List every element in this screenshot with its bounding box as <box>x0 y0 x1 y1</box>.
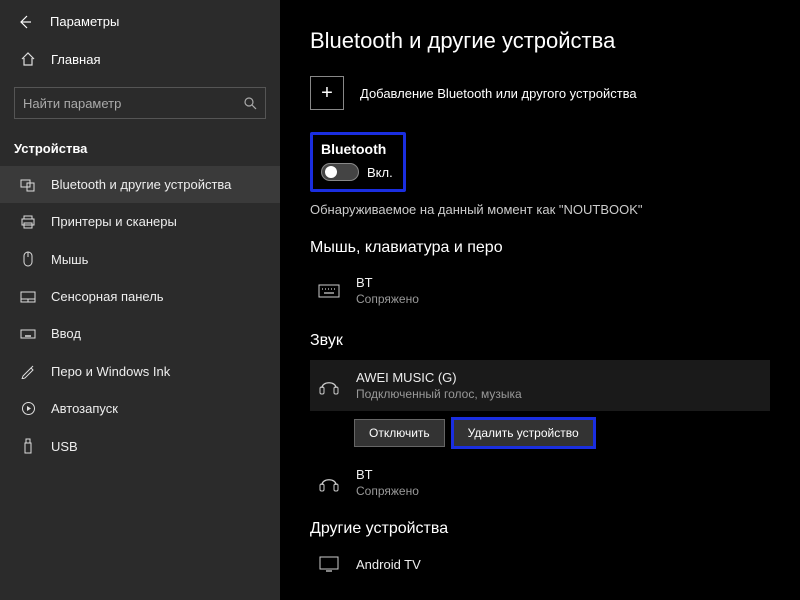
devices-icon <box>20 178 36 192</box>
device-row[interactable]: Android TV <box>310 548 770 580</box>
sidebar-item-typing[interactable]: Ввод <box>0 315 280 352</box>
section-heading-other: Другие устройства <box>310 520 770 538</box>
other-devices-section: Другие устройства Android TV <box>310 520 770 580</box>
search-icon <box>243 96 257 110</box>
sidebar-category: Устройства <box>0 133 280 166</box>
toggle-knob <box>325 166 337 178</box>
bluetooth-toggle-section: Bluetooth Вкл. <box>310 132 406 192</box>
sidebar-item-label: Ввод <box>51 326 81 341</box>
device-info: BT Сопряжено <box>356 467 419 498</box>
device-status: Сопряжено <box>356 292 419 306</box>
remove-device-button[interactable]: Удалить устройство <box>453 419 594 447</box>
section-heading-sound: Звук <box>310 332 770 350</box>
sidebar-home-label: Главная <box>51 52 100 67</box>
sidebar-item-mouse[interactable]: Мышь <box>0 240 280 278</box>
device-info: Android TV <box>356 557 421 572</box>
home-icon <box>20 51 36 67</box>
sidebar-item-pen[interactable]: Перо и Windows Ink <box>0 352 280 390</box>
device-actions: Отключить Удалить устройство <box>354 419 770 447</box>
sidebar-item-label: Принтеры и сканеры <box>51 214 177 229</box>
search-input[interactable] <box>23 96 243 111</box>
usb-icon <box>20 438 36 454</box>
device-name: BT <box>356 467 419 482</box>
sidebar-item-bluetooth[interactable]: Bluetooth и другие устройства <box>0 166 280 203</box>
device-name: AWEI MUSIC (G) <box>356 370 522 385</box>
main-content: Bluetooth и другие устройства + Добавлен… <box>280 0 800 600</box>
bluetooth-heading: Bluetooth <box>321 141 393 157</box>
sidebar-item-label: USB <box>51 439 78 454</box>
sound-devices-section: Звук AWEI MUSIC (G) Подключенный голос, … <box>310 332 770 506</box>
input-devices-section: Мышь, клавиатура и перо BT Сопряжено <box>310 239 770 314</box>
printer-icon <box>20 215 36 229</box>
device-row[interactable]: AWEI MUSIC (G) Подключенный голос, музык… <box>310 360 770 411</box>
page-title: Bluetooth и другие устройства <box>310 28 770 54</box>
keyboard-icon <box>20 329 36 339</box>
device-name: Android TV <box>356 557 421 572</box>
toggle-state-label: Вкл. <box>367 165 393 180</box>
sidebar-item-label: Мышь <box>51 252 88 267</box>
plus-icon: + <box>310 76 344 110</box>
monitor-icon <box>316 556 342 572</box>
device-status: Сопряжено <box>356 484 419 498</box>
add-device-label: Добавление Bluetooth или другого устройс… <box>360 86 637 101</box>
device-info: BT Сопряжено <box>356 275 419 306</box>
device-status: Подключенный голос, музыка <box>356 387 522 401</box>
mouse-icon <box>20 251 36 267</box>
device-name: BT <box>356 275 419 290</box>
bluetooth-toggle-row: Вкл. <box>321 163 393 181</box>
sidebar-item-home[interactable]: Главная <box>0 39 280 79</box>
sidebar-item-label: Bluetooth и другие устройства <box>51 177 231 192</box>
sidebar-item-touchpad[interactable]: Сенсорная панель <box>0 278 280 315</box>
back-icon[interactable] <box>18 15 32 29</box>
app-title: Параметры <box>50 14 119 29</box>
device-row[interactable]: BT Сопряжено <box>310 267 770 314</box>
sidebar-item-label: Сенсорная панель <box>51 289 164 304</box>
keyboard-icon <box>316 284 342 298</box>
sidebar-item-autoplay[interactable]: Автозапуск <box>0 390 280 427</box>
headphones-icon <box>316 376 342 396</box>
touchpad-icon <box>20 291 36 303</box>
sidebar-item-label: Автозапуск <box>51 401 118 416</box>
pen-icon <box>20 363 36 379</box>
bluetooth-toggle[interactable] <box>321 163 359 181</box>
sidebar-item-printers[interactable]: Принтеры и сканеры <box>0 203 280 240</box>
section-heading-input: Мышь, клавиатура и перо <box>310 239 770 257</box>
discoverable-text: Обнаруживаемое на данный момент как "NOU… <box>310 202 770 217</box>
disconnect-button[interactable]: Отключить <box>354 419 445 447</box>
device-info: AWEI MUSIC (G) Подключенный голос, музык… <box>356 370 522 401</box>
add-device-button[interactable]: + Добавление Bluetooth или другого устро… <box>310 76 770 110</box>
sidebar: Параметры Главная Устройства Bluetooth и… <box>0 0 280 600</box>
autoplay-icon <box>20 401 36 416</box>
search-box[interactable] <box>14 87 266 119</box>
device-row[interactable]: BT Сопряжено <box>310 459 770 506</box>
headphones-icon <box>316 473 342 493</box>
sidebar-item-label: Перо и Windows Ink <box>51 364 170 379</box>
sidebar-header: Параметры <box>0 0 280 39</box>
sidebar-item-usb[interactable]: USB <box>0 427 280 465</box>
